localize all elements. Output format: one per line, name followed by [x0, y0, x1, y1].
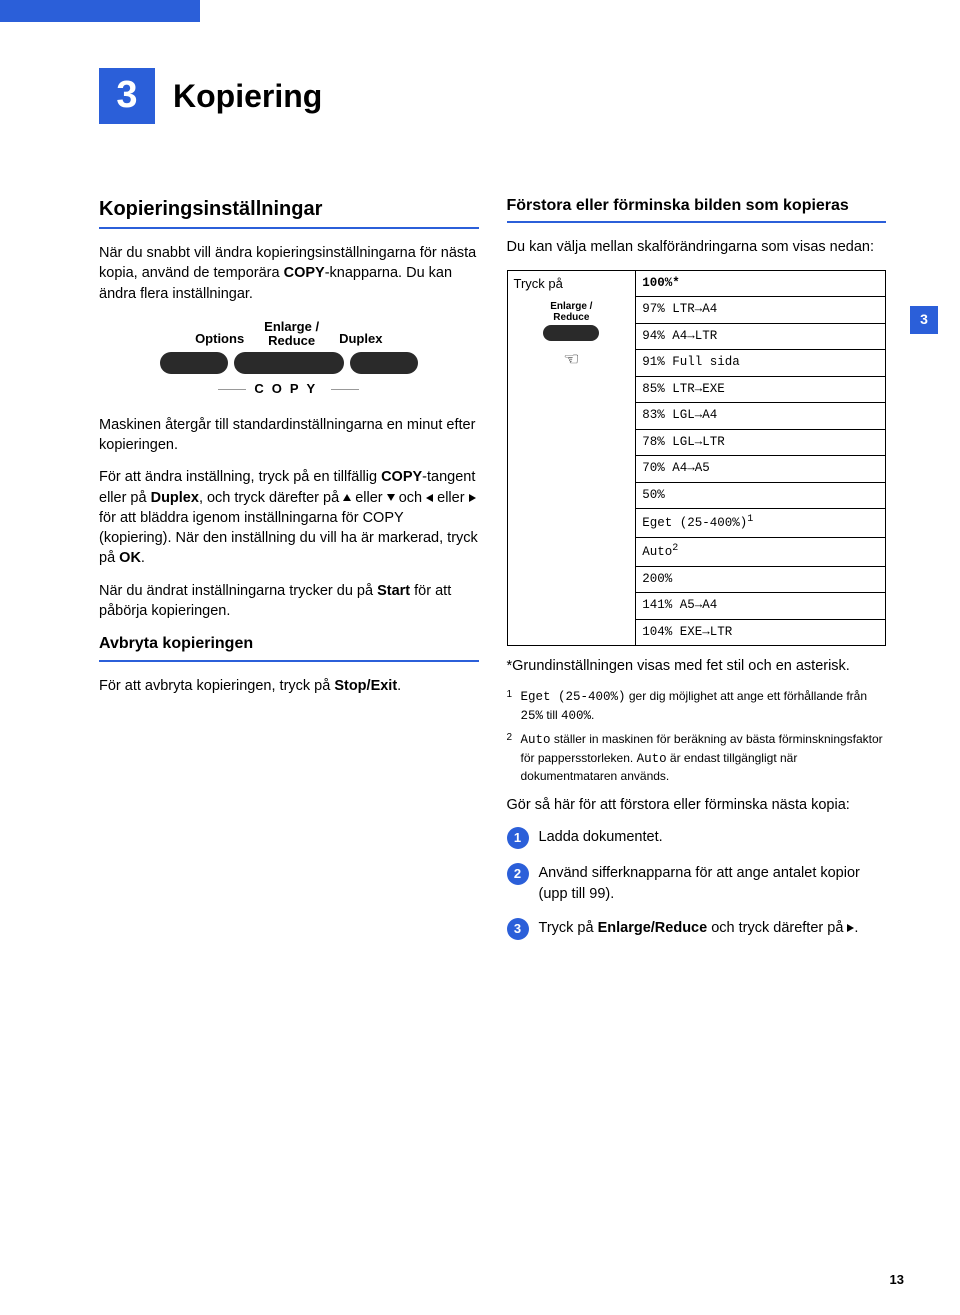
chapter-header: 3 Kopiering: [99, 68, 322, 124]
copy-buttons-figure: Options Enlarge /Reduce Duplex COPY: [99, 320, 479, 399]
enlarge-reduce-button-icon: [234, 352, 344, 374]
table-row: 85% LTR→EXE: [636, 376, 886, 403]
table-row: 100%*: [636, 270, 886, 297]
side-tab: 3: [910, 306, 938, 334]
hand-icon: ☜: [563, 347, 579, 372]
enlarge-label-1: Enlarge /: [264, 319, 319, 334]
left-column: Kopieringsinställningar När du snabbt vi…: [99, 195, 479, 954]
rule: [99, 660, 479, 662]
step-number-icon: 2: [507, 863, 529, 885]
table-row: 91% Full sida: [636, 350, 886, 377]
step-number-icon: 1: [507, 827, 529, 849]
table-row: 70% A4→A5: [636, 456, 886, 483]
para-change: För att ändra inställning, tryck på en t…: [99, 467, 479, 568]
heading-cancel: Avbryta kopieringen: [99, 633, 479, 655]
table-row: 141% A5→A4: [636, 593, 886, 620]
options-label: Options: [195, 330, 244, 348]
step-3: Tryck på Enlarge/Reduce och tryck däreft…: [539, 918, 887, 938]
step-2: Använd sifferknapparna för att ange anta…: [539, 863, 887, 904]
scale-table: Tryck på Enlarge /Reduce ☜ 100%* 97% LTR…: [507, 270, 887, 646]
rule: [99, 227, 479, 229]
table-head: Tryck på: [514, 275, 630, 293]
table-row: 97% LTR→A4: [636, 297, 886, 324]
table-row: 78% LGL→LTR: [636, 429, 886, 456]
enlarge-reduce-mini-icon: [543, 325, 599, 341]
right-icon: [469, 494, 476, 502]
chapter-title: Kopiering: [173, 74, 322, 119]
page-number: 13: [890, 1271, 904, 1289]
table-row: 50%: [636, 482, 886, 509]
table-row: 200%: [636, 566, 886, 593]
heading-settings: Kopieringsinställningar: [99, 195, 479, 223]
header-tab: [0, 0, 200, 22]
step-1: Ladda dokumentet.: [539, 827, 887, 847]
down-icon: [387, 494, 395, 501]
right-column: Förstora eller förminska bilden som kopi…: [507, 195, 887, 954]
para-intro: När du snabbt vill ändra kopieringsinstä…: [99, 243, 479, 304]
para-scale: Du kan välja mellan skalförändringarna s…: [507, 237, 887, 257]
table-row: 104% EXE→LTR: [636, 619, 886, 646]
step-number-icon: 3: [507, 918, 529, 940]
heading-enlarge: Förstora eller förminska bilden som kopi…: [507, 195, 887, 217]
options-button-icon: [160, 352, 228, 374]
para-asterisk: *Grundinställningen visas med fet stil o…: [507, 656, 887, 676]
duplex-button-icon: [350, 352, 418, 374]
enlarge-label-2: Reduce: [268, 333, 315, 348]
table-row: Eget (25-400%)1: [636, 509, 886, 538]
table-row: 83% LGL→A4: [636, 403, 886, 430]
footnote-1: 1Eget (25-400%) ger dig möjlighet att an…: [521, 688, 887, 725]
footnote-2: 2Auto ställer in maskinen för beräkning …: [521, 731, 887, 785]
para-howto: Gör så här för att förstora eller förmin…: [507, 795, 887, 815]
up-icon: [343, 494, 351, 501]
table-row: Auto2: [636, 537, 886, 566]
table-row: 94% A4→LTR: [636, 323, 886, 350]
duplex-label: Duplex: [339, 330, 382, 348]
para-start: När du ändrat inställningarna trycker du…: [99, 581, 479, 622]
chapter-number: 3: [99, 68, 155, 124]
para-reset: Maskinen återgår till standardinställnin…: [99, 415, 479, 456]
copy-label: COPY: [218, 380, 359, 398]
para-cancel: För att avbryta kopieringen, tryck på St…: [99, 676, 479, 696]
rule: [507, 221, 887, 223]
